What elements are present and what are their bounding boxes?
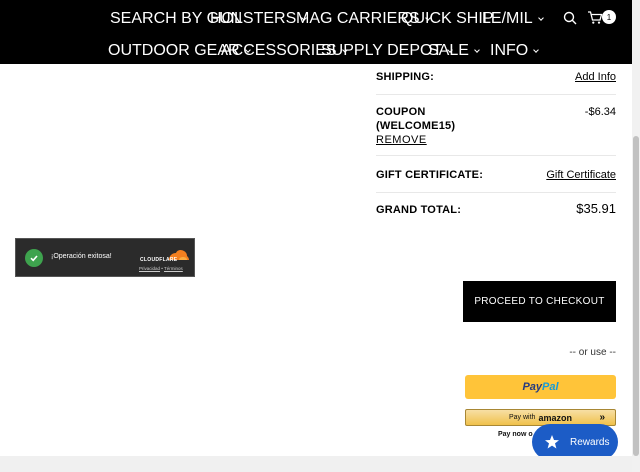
nav-label: SALE — [428, 42, 469, 59]
nav-label: HOLSTERS — [210, 10, 297, 27]
nav-item-le-mil[interactable]: LE/MIL — [482, 10, 544, 28]
top-navigation: SEARCH BY GUN HOLSTERS MAG CARRIERS QUIC… — [0, 0, 632, 64]
nav-item-sale[interactable]: SALE — [428, 42, 480, 60]
nav-label: LE/MIL — [482, 10, 533, 27]
nav-item-quick-ship[interactable]: QUICK SHIP — [401, 10, 493, 28]
privacy-link[interactable]: Privacidad — [139, 266, 160, 271]
coupon-code: (WELCOME15) — [376, 120, 456, 132]
page-footer — [0, 456, 632, 472]
checkmark-icon — [25, 249, 43, 267]
amazon-brand-text: amazon — [538, 412, 572, 423]
scrollbar-thumb[interactable] — [633, 136, 639, 456]
coupon-label: COUPON — [376, 106, 426, 118]
star-icon — [545, 435, 559, 449]
paypal-button[interactable]: Pay Pal — [465, 375, 616, 399]
coupon-amount: -$6.34 — [584, 106, 616, 118]
chevron-down-icon — [537, 14, 544, 21]
gift-certificate-row: GIFT CERTIFICATE: Gift Certificate — [376, 157, 616, 193]
coupon-row: COUPON (WELCOME15) REMOVE -$6.34 — [376, 96, 616, 156]
nav-label: QUICK SHIP — [401, 10, 494, 27]
link-separator: • — [161, 266, 163, 271]
nav-label: INFO — [490, 42, 529, 59]
chevron-down-icon — [533, 46, 540, 53]
add-shipping-info-link[interactable]: Add Info — [575, 71, 616, 83]
search-icon[interactable] — [563, 11, 577, 25]
paypal-pal-text: Pal — [542, 381, 559, 393]
double-chevron-right-icon: » — [599, 412, 605, 423]
paypal-pay-text: Pay — [522, 381, 543, 393]
cart-count-badge: 1 — [602, 10, 616, 24]
proceed-to-checkout-button[interactable]: PROCEED TO CHECKOUT — [463, 281, 616, 322]
cloudflare-links: Privacidad • Términos — [139, 266, 183, 271]
shipping-row: SHIPPING: Add Info — [376, 66, 616, 95]
gift-certificate-label: GIFT CERTIFICATE: — [376, 169, 484, 181]
terms-link[interactable]: Términos — [164, 266, 183, 271]
cart-icon[interactable] — [587, 10, 603, 25]
or-use-divider: -- or use -- — [569, 347, 616, 358]
nav-label: OUTDOOR GEAR — [108, 42, 240, 59]
gift-certificate-link[interactable]: Gift Certificate — [546, 169, 616, 181]
nav-item-holsters[interactable]: HOLSTERS — [210, 10, 308, 28]
grand-total-row: GRAND TOTAL: $35.91 — [376, 194, 616, 228]
cloudflare-success-message: ¡Operación exitosa! — [51, 253, 112, 260]
nav-label: SUPPLY DEPOT — [321, 42, 443, 59]
shipping-label: SHIPPING: — [376, 71, 435, 83]
rewards-button[interactable]: Rewards — [532, 424, 618, 460]
remove-coupon-link[interactable]: REMOVE — [376, 134, 427, 146]
nav-item-info[interactable]: INFO — [490, 42, 540, 60]
cloudflare-turnstile-widget: ¡Operación exitosa! CLOUDFLARE Privacida… — [15, 238, 195, 277]
pay-now-text: Pay now o — [498, 431, 533, 438]
chevron-down-icon — [474, 46, 480, 53]
grand-total-value: $35.91 — [576, 201, 616, 216]
nav-label: ACCESSORIES — [221, 42, 337, 59]
cloudflare-brand: CLOUDFLARE — [140, 257, 178, 263]
amazon-prefix-text: Pay with — [509, 414, 536, 421]
grand-total-label: GRAND TOTAL: — [376, 204, 462, 216]
rewards-label: Rewards — [570, 436, 610, 448]
